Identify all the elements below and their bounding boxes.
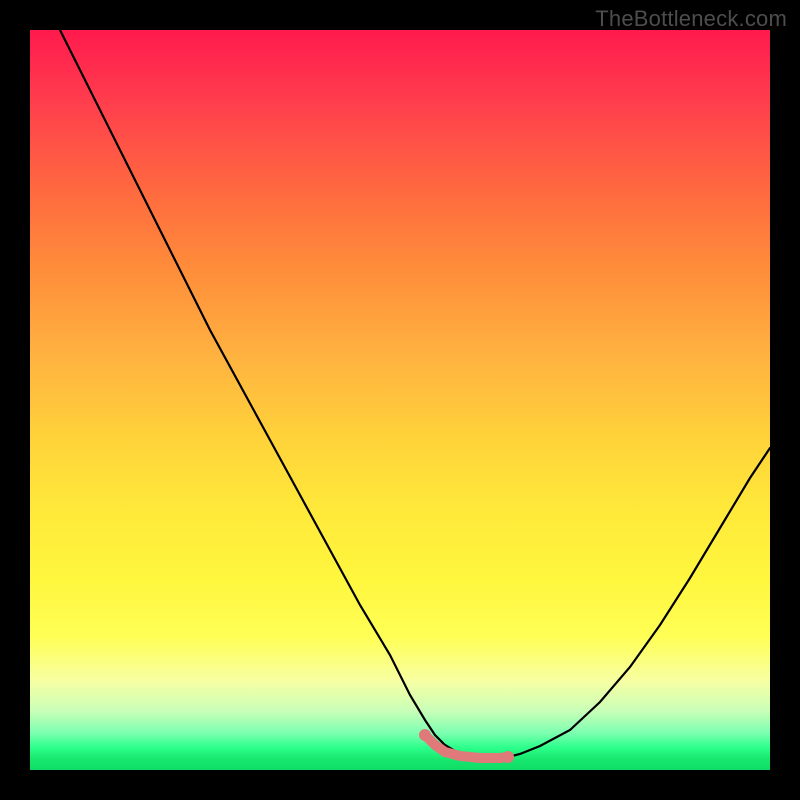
highlight-dot-left xyxy=(419,729,431,741)
watermark-text: TheBottleneck.com xyxy=(595,6,787,32)
highlight-dot-right xyxy=(502,751,514,763)
plot-area xyxy=(30,30,770,770)
curve-svg xyxy=(30,30,770,770)
bottleneck-curve xyxy=(60,30,770,758)
outer-frame: TheBottleneck.com xyxy=(0,0,800,800)
